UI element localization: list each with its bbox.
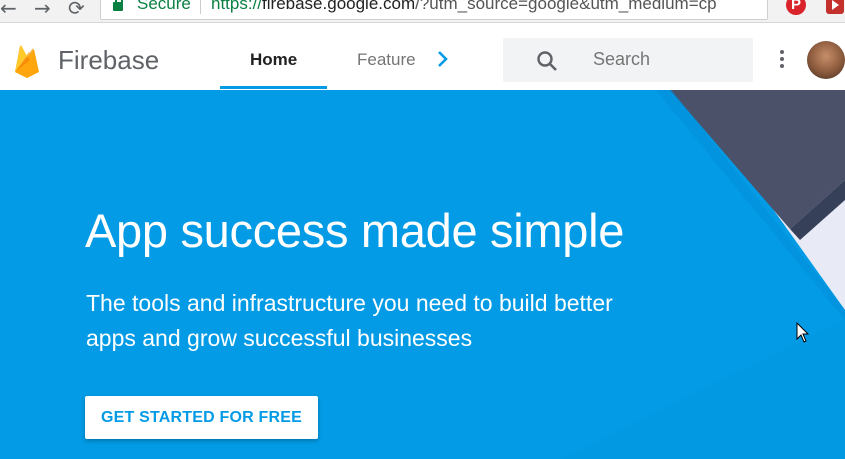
search-icon[interactable] [535, 49, 559, 73]
chevron-right-icon[interactable] [430, 47, 454, 71]
search-input[interactable]: Search [593, 49, 650, 70]
avatar[interactable] [807, 41, 845, 79]
reload-icon[interactable]: ⟳ [68, 0, 85, 20]
address-bar[interactable]: Secure https://firebase.google.com/?utm_… [100, 0, 768, 20]
back-icon[interactable]: ← [0, 0, 17, 20]
brand-name[interactable]: Firebase [58, 45, 159, 76]
divider [200, 0, 201, 14]
forward-icon[interactable]: → [34, 0, 51, 20]
tab-home[interactable]: Home [250, 50, 297, 70]
hero-headline: App success made simple [85, 204, 625, 257]
hero-subheadline: The tools and infrastructure you need to… [86, 290, 613, 351]
lock-icon [113, 0, 123, 11]
firebase-logo-icon[interactable] [13, 43, 41, 79]
secure-label: Secure [137, 0, 191, 13]
active-tab-indicator [220, 86, 327, 89]
more-vert-icon[interactable] [774, 50, 790, 72]
video-extension-icon[interactable] [826, 0, 844, 14]
url-host: firebase.google.com [262, 0, 416, 13]
url-text[interactable]: https://firebase.google.com/?utm_source=… [211, 0, 741, 14]
browser-toolbar: ← → ⟳ Secure https://firebase.google.com… [0, 0, 845, 23]
mouse-cursor-icon [796, 322, 810, 343]
pinterest-extension-icon[interactable]: P [786, 0, 806, 15]
url-scheme: https:// [211, 0, 263, 13]
search-box[interactable]: Search [503, 38, 753, 82]
url-path: /?utm_source=google&utm_medium=cp [415, 0, 717, 13]
tab-features[interactable]: Features [357, 50, 415, 70]
get-started-button[interactable]: GET STARTED FOR FREE [85, 396, 318, 439]
hero-banner: App success made simple The tools and in… [0, 90, 845, 459]
site-header: Firebase Home Features Search [0, 23, 845, 91]
